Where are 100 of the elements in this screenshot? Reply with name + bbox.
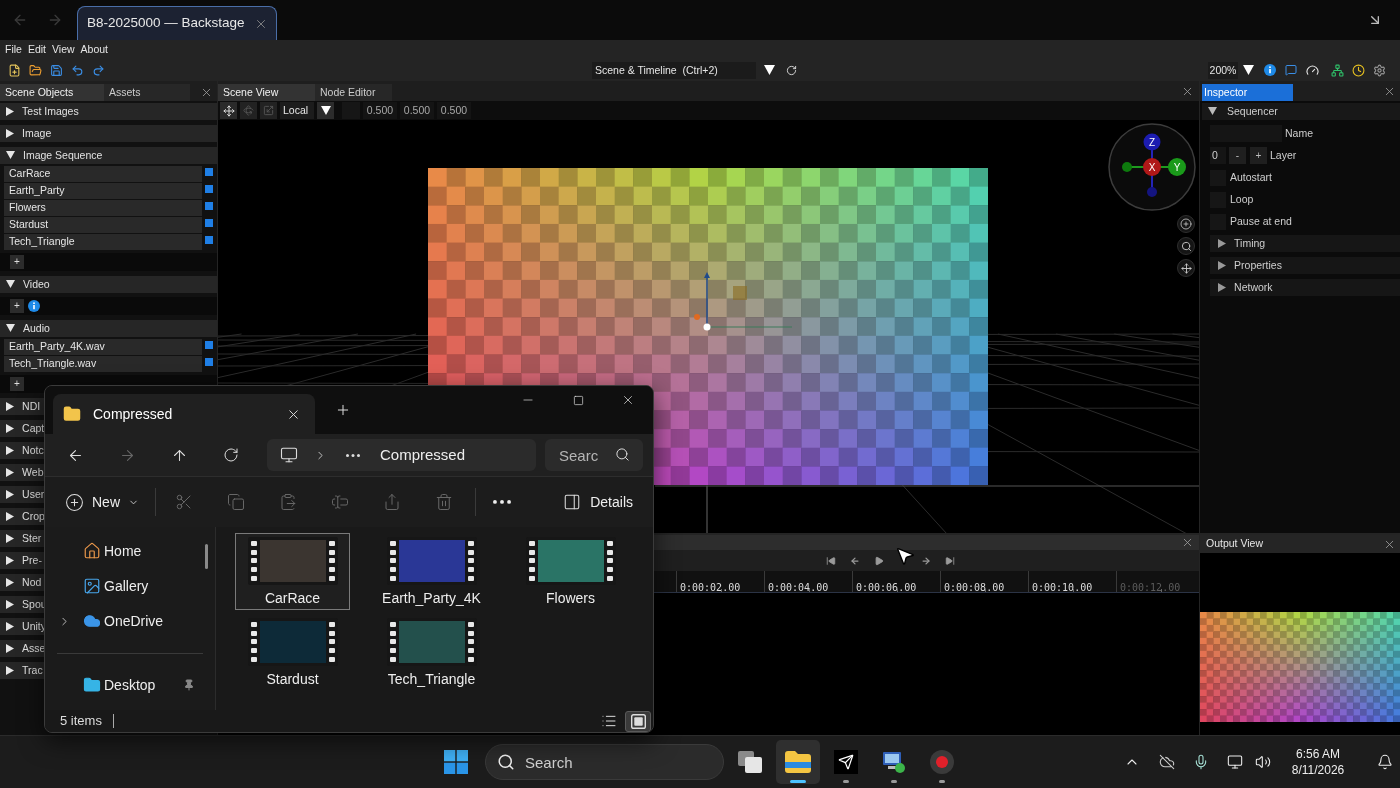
file-tile[interactable]: Flowers (513, 533, 628, 610)
cloud-off-icon[interactable] (1159, 754, 1175, 770)
close-icon[interactable] (200, 86, 213, 99)
list-item[interactable]: Stardust (4, 217, 202, 233)
number-field[interactable]: 0.500 (400, 102, 434, 119)
open-folder-icon[interactable] (29, 63, 42, 77)
input-field[interactable] (342, 102, 360, 119)
step-back-icon[interactable] (850, 555, 860, 566)
file-tile[interactable]: Tech_Triangle (374, 614, 489, 691)
new-tab-icon[interactable] (335, 402, 351, 418)
gauge-icon[interactable] (1306, 63, 1319, 77)
axis-handle[interactable]: Z (1143, 133, 1161, 151)
nav-item[interactable]: OneDrive (45, 606, 215, 636)
redo-icon[interactable] (92, 63, 105, 77)
clock-icon[interactable] (1352, 63, 1365, 77)
list-item[interactable]: CarRace (4, 166, 202, 182)
settings-icon[interactable] (1373, 63, 1386, 77)
maximize-icon[interactable] (572, 394, 584, 406)
file-tile[interactable]: Stardust (235, 614, 350, 691)
tiles-view-button[interactable] (625, 710, 651, 732)
orbit-button[interactable] (1177, 215, 1195, 233)
panel-tab[interactable]: Assets (104, 84, 190, 101)
section-header[interactable]: Timing (1210, 235, 1400, 252)
skip-forward-icon[interactable] (945, 555, 955, 566)
menu-item[interactable]: Edit (27, 41, 46, 58)
step-forward-icon[interactable] (921, 555, 931, 566)
menu-item[interactable]: About (80, 41, 109, 58)
layout-dropdown[interactable]: Scene & Timeline (Ctrl+2) (592, 61, 756, 79)
move-tool-button[interactable] (220, 102, 237, 119)
section-header[interactable]: Image Sequence (0, 147, 217, 164)
panel-tab[interactable]: Node Editor (315, 84, 392, 101)
section-header[interactable]: Image (0, 125, 217, 142)
info-icon[interactable] (1264, 64, 1276, 76)
file-tile[interactable]: Earth_Party_4K (374, 533, 489, 610)
play-icon[interactable] (874, 555, 884, 566)
axis-handle[interactable]: Y (1168, 158, 1186, 176)
menu-item[interactable]: File (5, 41, 22, 58)
menu-item[interactable]: View (52, 41, 75, 58)
add-button[interactable]: + (10, 299, 24, 313)
file-tile[interactable]: CarRace (235, 533, 350, 610)
axis-dot-icon[interactable] (1147, 187, 1157, 197)
nav-item[interactable]: Home (45, 536, 215, 566)
clock-date[interactable]: 8/11/2026 (1291, 762, 1345, 778)
add-button[interactable]: + (10, 377, 24, 391)
move-icon (1180, 262, 1192, 274)
search-field[interactable]: Searc (545, 439, 643, 471)
section-header[interactable]: Audio (0, 320, 217, 337)
save-icon[interactable] (50, 63, 63, 77)
network-icon[interactable] (1331, 63, 1344, 77)
decrement-button[interactable]: - (1229, 147, 1246, 164)
list-item[interactable]: Tech_Triangle.wav (4, 356, 202, 372)
number-field[interactable]: 0.500 (363, 102, 397, 119)
chat-icon[interactable] (1285, 64, 1297, 76)
taskbar-app-button[interactable] (776, 740, 820, 784)
nav-item[interactable]: Desktop (45, 670, 216, 700)
undo-icon[interactable] (71, 63, 84, 77)
list-item[interactable]: Earth_Party (4, 183, 202, 199)
space-dropdown[interactable]: Local (280, 102, 314, 119)
axis-handle[interactable]: X (1143, 158, 1161, 176)
info-icon[interactable] (28, 300, 40, 312)
panel-tab[interactable]: Scene View (218, 84, 315, 101)
zoom-field[interactable]: 200% (1208, 61, 1238, 79)
section-header[interactable]: Test Images (0, 103, 217, 120)
scrollbar-thumb[interactable] (205, 544, 208, 569)
axis-gizmo[interactable]: Z X Y (1108, 123, 1196, 211)
speaker-icon[interactable] (1255, 754, 1271, 770)
increment-button[interactable]: + (1250, 147, 1267, 164)
number-field[interactable]: 0 (1210, 147, 1226, 164)
panel-tab[interactable]: Inspector (1202, 84, 1293, 101)
add-button[interactable]: + (10, 255, 24, 269)
pan-button[interactable] (1177, 259, 1195, 277)
ellipsis-icon (493, 500, 511, 504)
list-item[interactable]: Flowers (4, 200, 202, 216)
skip-back-icon[interactable] (826, 555, 836, 566)
number-field[interactable]: 0.500 (437, 102, 471, 119)
axis-dot-icon[interactable] (1122, 162, 1132, 172)
explorer-tab[interactable]: Compressed (53, 394, 315, 434)
new-button[interactable]: New (59, 485, 145, 519)
section-header[interactable]: Sequencer (1202, 103, 1400, 120)
field-label: Loop (1230, 191, 1254, 207)
panel-tab[interactable]: Scene Objects (0, 84, 104, 101)
section-header[interactable]: Network (1210, 279, 1400, 296)
nav-item[interactable]: Gallery (45, 571, 215, 601)
details-button[interactable]: Details (563, 485, 633, 519)
section-header[interactable]: Properties (1210, 257, 1400, 274)
list-item[interactable]: Tech_Triangle (4, 234, 202, 250)
search-field[interactable]: Search (485, 744, 724, 780)
new-file-icon[interactable] (8, 63, 21, 77)
monitor-icon[interactable] (1227, 754, 1243, 770)
refresh-icon[interactable] (786, 64, 797, 76)
dropdown-button[interactable] (317, 102, 334, 119)
microphone-icon[interactable] (1193, 754, 1209, 770)
address-bar[interactable]: Compressed (267, 439, 536, 471)
section-header[interactable]: Video (0, 276, 217, 293)
list-item[interactable]: Earth_Party_4K.wav (4, 339, 202, 355)
clock-time[interactable]: 6:56 AM (1296, 746, 1340, 762)
zoom-button[interactable] (1177, 237, 1195, 255)
window-tab[interactable]: B8-2025000 — Backstage (77, 6, 277, 40)
bell-icon[interactable] (1377, 754, 1393, 770)
close-icon[interactable] (621, 393, 635, 407)
